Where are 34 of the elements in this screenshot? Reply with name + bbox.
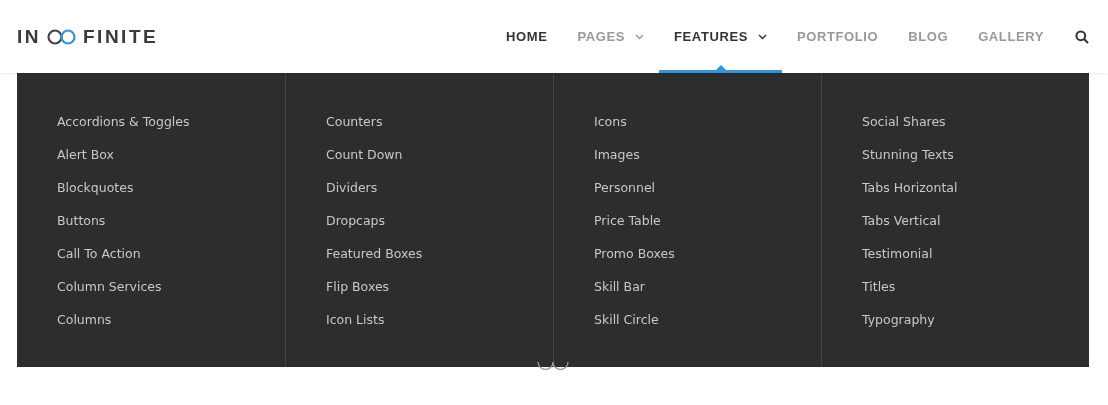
chevron-down-icon (757, 33, 767, 40)
nav-link[interactable]: FEATURES (659, 0, 782, 73)
menu-item[interactable]: Typography (862, 311, 935, 328)
menu-item[interactable]: Tabs Horizontal (862, 179, 958, 196)
logo-text: IN (17, 25, 41, 48)
menu-item[interactable]: Icons (594, 113, 627, 130)
menu-item[interactable]: Tabs Vertical (862, 212, 941, 229)
menu-item[interactable]: Buttons (57, 212, 106, 229)
menu-item[interactable]: Call To Action (57, 245, 141, 262)
menu-item[interactable]: Alert Box (57, 146, 114, 163)
menu-item[interactable]: Stunning Texts (862, 146, 954, 163)
logo-text: FINITE (83, 25, 159, 48)
menu-item[interactable]: Skill Bar (594, 278, 645, 295)
nav-link[interactable]: HOME (491, 0, 563, 73)
menu-item[interactable]: Dropcaps (326, 212, 386, 229)
menu-item[interactable]: Featured Boxes (326, 245, 423, 262)
menu-item[interactable]: Flip Boxes (326, 278, 390, 295)
menu-item[interactable]: Skill Circle (594, 311, 659, 328)
menu-item[interactable]: Personnel (594, 179, 656, 196)
menu-item[interactable]: Promo Boxes (594, 245, 675, 262)
menu-item[interactable]: Columns (57, 311, 112, 328)
menu-item[interactable]: Icon Lists (326, 311, 385, 328)
menu-item[interactable]: Images (594, 146, 640, 163)
menu-item[interactable]: Testimonial (862, 245, 933, 262)
menu-item[interactable]: Count Down (326, 146, 403, 163)
menu-item[interactable]: Blockquotes (57, 179, 134, 196)
chevron-down-icon (635, 33, 645, 40)
menu-item[interactable]: Titles (862, 278, 896, 295)
menu-item[interactable]: Social Shares (862, 113, 946, 130)
menu-item[interactable]: Counters (326, 113, 383, 130)
menu-item[interactable]: Accordions & Toggles (57, 113, 190, 130)
menu-item[interactable]: Dividers (326, 179, 378, 196)
menu-item[interactable]: Column Services (57, 278, 162, 295)
menu-item[interactable]: Price Table (594, 212, 661, 229)
